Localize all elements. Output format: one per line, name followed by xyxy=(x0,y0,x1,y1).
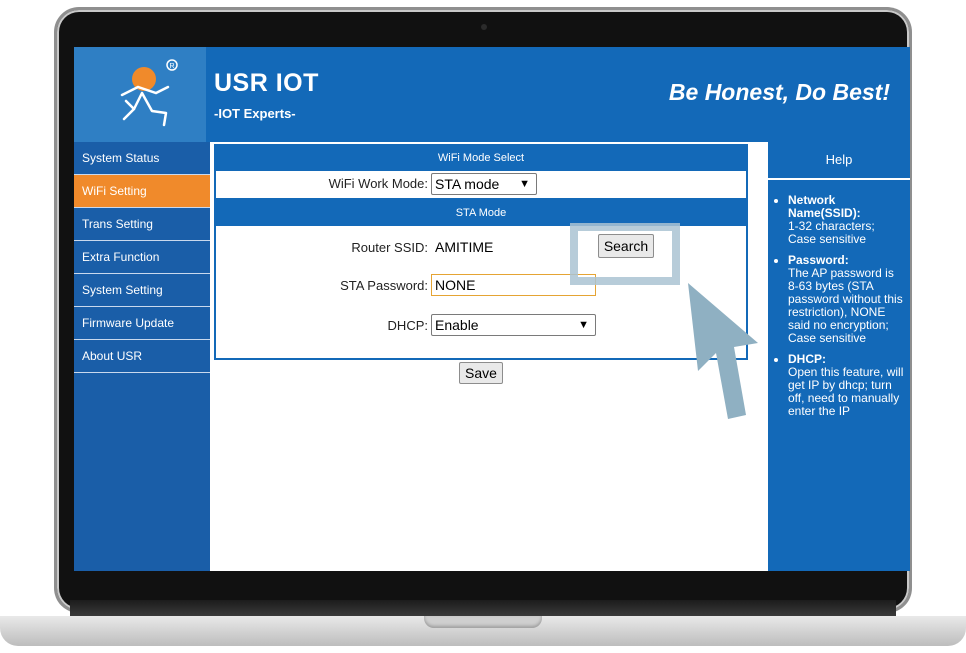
sidebar-item-system-setting[interactable]: System Setting xyxy=(74,274,210,307)
wifi-mode-header: WiFi Mode Select xyxy=(216,146,746,171)
help-item-text: Open this feature, will get IP by dhcp; … xyxy=(788,365,904,418)
logo-box: R xyxy=(74,47,206,142)
password-label: STA Password: xyxy=(340,278,428,293)
wifi-mode-select[interactable]: STA mode ▼ xyxy=(431,173,537,195)
keyboard-hinge xyxy=(70,600,896,616)
open-notch xyxy=(424,616,542,628)
sidebar-item-extra-function[interactable]: Extra Function xyxy=(74,241,210,274)
help-item-title: Password: xyxy=(788,253,849,267)
header-bar: R USR IOT -IOT Experts- Be Honest, Do Be… xyxy=(74,47,910,142)
pointer-arrow-icon xyxy=(688,283,758,419)
dropdown-caret-icon: ▼ xyxy=(578,319,589,331)
dropdown-caret-icon: ▼ xyxy=(519,178,530,190)
ssid-label: Router SSID: xyxy=(351,240,428,255)
screen: R USR IOT -IOT Experts- Be Honest, Do Be… xyxy=(74,47,910,571)
brand-slogan: Be Honest, Do Best! xyxy=(668,79,890,105)
help-list: Network Name(SSID): 1-32 characters; Cas… xyxy=(768,194,910,418)
help-item-text: 1-32 characters; Case sensitive xyxy=(788,219,875,246)
dhcp-label: DHCP: xyxy=(387,318,428,333)
wifi-mode-row: WiFi Work Mode: STA mode ▼ xyxy=(216,171,746,197)
help-item-title: Network Name(SSID): xyxy=(788,193,861,220)
sidebar-item-trans-setting[interactable]: Trans Setting xyxy=(74,208,210,241)
help-item-dhcp: DHCP: Open this feature, will get IP by … xyxy=(788,353,906,418)
sidebar-item-firmware-update[interactable]: Firmware Update xyxy=(74,307,210,340)
sidebar-nav: System Status WiFi Setting Trans Setting… xyxy=(74,142,210,571)
help-item-ssid: Network Name(SSID): 1-32 characters; Cas… xyxy=(788,194,906,246)
sidebar-item-about-usr[interactable]: About USR xyxy=(74,340,210,373)
help-panel: Help Network Name(SSID): 1-32 characters… xyxy=(768,142,910,571)
usr-logo-icon: R xyxy=(120,59,178,127)
sidebar-item-system-status[interactable]: System Status xyxy=(74,142,210,175)
brand-title: USR IOT xyxy=(214,69,319,97)
wifi-mode-panel: WiFi Mode Select WiFi Work Mode: STA mod… xyxy=(214,144,748,200)
wifi-mode-label: WiFi Work Mode: xyxy=(328,176,428,191)
search-highlight-box xyxy=(570,223,680,285)
sidebar-item-wifi-setting[interactable]: WiFi Setting xyxy=(74,175,210,208)
laptop-base xyxy=(0,596,966,653)
dhcp-row: DHCP: Enable ▼ xyxy=(216,304,746,344)
main-content: WiFi Mode Select WiFi Work Mode: STA mod… xyxy=(214,144,748,571)
brand-subtitle: -IOT Experts- xyxy=(214,106,296,121)
svg-text:R: R xyxy=(170,63,175,70)
help-title: Help xyxy=(768,142,910,180)
help-item-title: DHCP: xyxy=(788,352,826,366)
dhcp-select[interactable]: Enable ▼ xyxy=(431,314,596,336)
webcam xyxy=(481,24,487,30)
help-item-password: Password: The AP password is 8-63 bytes … xyxy=(788,254,906,345)
save-button[interactable]: Save xyxy=(459,362,503,384)
help-item-text: The AP password is 8-63 bytes (STA passw… xyxy=(788,266,903,345)
wifi-mode-value: STA mode xyxy=(435,176,500,192)
dhcp-value: Enable xyxy=(435,317,479,333)
